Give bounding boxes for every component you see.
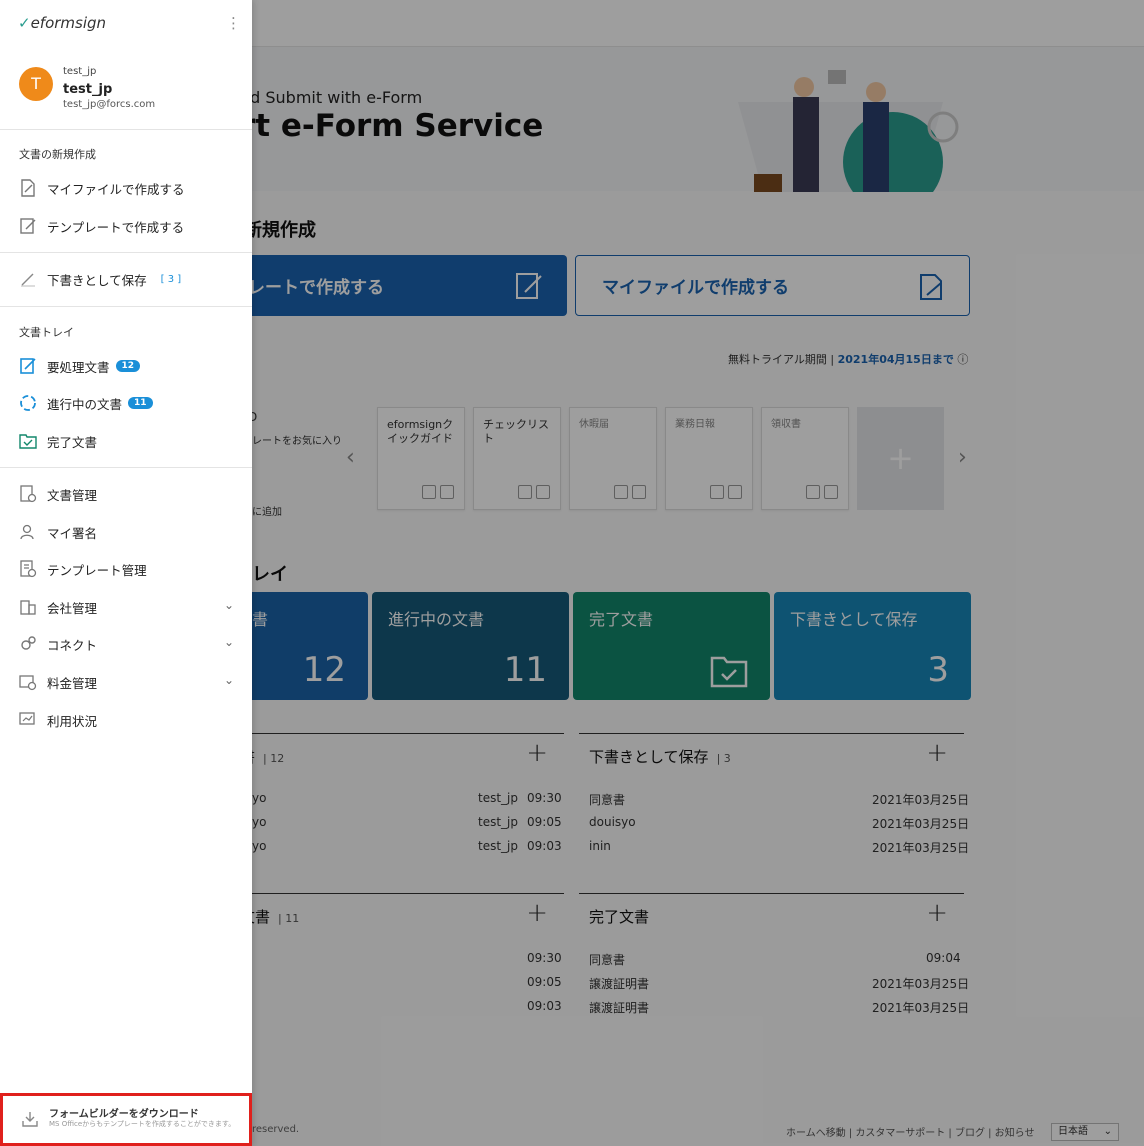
sidebar-item-action-required[interactable]: 要処理文書 12: [19, 355, 141, 377]
sidebar-item-label: 完了文書: [47, 434, 98, 450]
billing-icon: [19, 675, 37, 691]
document-tray-group-label: 文書トレイ: [19, 326, 74, 339]
usage-chart-icon: [19, 712, 35, 725]
divider: [0, 306, 252, 307]
action-required-icon: [20, 358, 36, 374]
sidebar-item-label: 利用状況: [47, 713, 98, 729]
count-badge: 12: [115, 360, 141, 372]
sidebar-item-label: テンプレートで作成する: [47, 219, 185, 235]
divider: [0, 252, 252, 253]
chevron-down-icon[interactable]: ⌄: [224, 598, 234, 612]
sidebar-item-in-progress[interactable]: 進行中の文書 11: [19, 392, 153, 414]
drafts-count: [ 3 ]: [160, 273, 182, 285]
sidebar-item-company-management[interactable]: 会社管理: [19, 596, 97, 618]
edit-document-icon: [20, 218, 36, 234]
sidebar-item-label: 要処理文書: [47, 359, 110, 375]
building-icon: [20, 600, 36, 615]
user-email: test_jp@forcs.com: [63, 99, 156, 110]
sidebar-item-label: 文書管理: [47, 487, 98, 503]
user-name: test_jp: [63, 82, 113, 97]
document-settings-icon: [20, 485, 37, 503]
sidebar-item-usage[interactable]: 利用状況: [19, 709, 97, 731]
sidebar-item-label: 下書きとして保存: [47, 272, 147, 288]
chevron-down-icon[interactable]: ⌄: [224, 635, 234, 649]
sidebar-item-label: 進行中の文書: [47, 396, 123, 412]
file-edit-icon: [21, 179, 35, 197]
new-document-group-label: 文書の新規作成: [19, 148, 96, 161]
sidebar-item-create-myfile[interactable]: マイファイルで作成する: [19, 177, 185, 199]
sidebar-item-billing[interactable]: 料金管理: [19, 671, 97, 693]
sidebar-item-connect[interactable]: コネクト: [19, 633, 97, 655]
template-settings-icon: [20, 560, 37, 578]
pencil-icon: [21, 273, 35, 287]
sidebar-item-label: マイファイルで作成する: [47, 181, 185, 197]
download-description: MS Officeからもテンプレートを作成することができます。: [49, 1120, 236, 1128]
sidebar-item-label: 会社管理: [47, 600, 98, 616]
sidebar-item-label: コネクト: [47, 637, 98, 653]
divider: [0, 129, 252, 130]
logo[interactable]: ✓eformsign: [18, 14, 106, 32]
user-signature-icon: [20, 524, 34, 540]
connect-gears-icon: [21, 636, 36, 650]
download-formbuilder-button[interactable]: フォームビルダーをダウンロード MS Officeからもテンプレートを作成するこ…: [0, 1093, 252, 1146]
folder-check-icon: [19, 434, 37, 449]
chevron-down-icon[interactable]: ⌄: [224, 673, 234, 687]
divider: [0, 467, 252, 468]
sidebar: ✓eformsign ⋮ T test_jp test_jp test_jp@f…: [0, 0, 252, 1146]
sidebar-item-label: マイ署名: [47, 525, 98, 541]
sidebar-item-drafts[interactable]: 下書きとして保存 [ 3 ]: [19, 268, 181, 290]
avatar: T: [19, 67, 53, 101]
sidebar-item-completed[interactable]: 完了文書: [19, 430, 97, 452]
logo-text: eformsign: [30, 14, 107, 32]
user-company: test_jp: [63, 66, 97, 77]
download-icon: [22, 1112, 38, 1127]
sidebar-item-template-management[interactable]: テンプレート管理: [19, 558, 147, 580]
count-badge: 11: [128, 397, 153, 409]
sidebar-item-create-template[interactable]: テンプレートで作成する: [19, 215, 184, 237]
sidebar-item-label: 料金管理: [47, 675, 98, 691]
sidebar-item-my-signature[interactable]: マイ署名: [19, 521, 97, 543]
sidebar-item-document-management[interactable]: 文書管理: [19, 483, 97, 505]
sidebar-item-label: テンプレート管理: [47, 562, 147, 578]
more-options-icon[interactable]: ⋮: [226, 14, 241, 32]
progress-circle-icon: [20, 395, 36, 411]
download-title: フォームビルダーをダウンロード: [49, 1109, 199, 1120]
